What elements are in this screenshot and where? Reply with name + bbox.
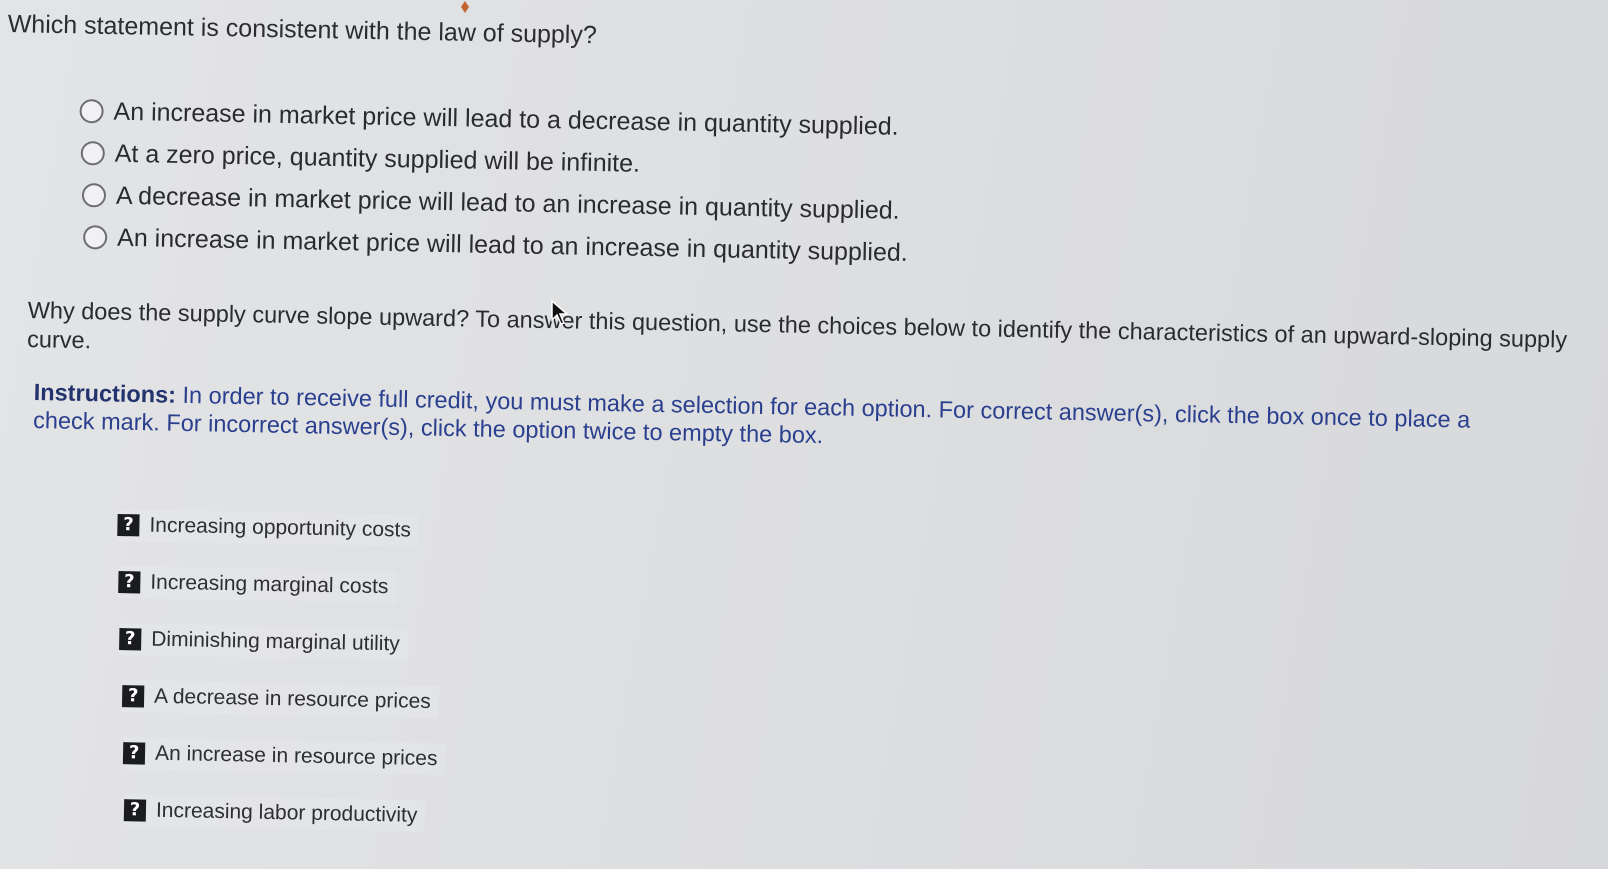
radio-unselected-icon[interactable] [80, 141, 106, 166]
question-mark-box-icon[interactable]: ? [118, 570, 141, 593]
radio-unselected-icon[interactable] [81, 183, 107, 208]
choice-4-label: A decrease in resource prices [153, 684, 431, 713]
question-mark-box-icon[interactable]: ? [122, 741, 146, 765]
question-1-options: An increase in market price will lead to… [77, 90, 911, 274]
choice-6-label: Increasing labor productivity [155, 798, 418, 827]
choice-2[interactable]: ? Increasing marginal costs [118, 553, 450, 616]
instructions: Instructions: In order to receive full c… [33, 378, 1514, 462]
question-2-prompt: Why does the supply curve slope upward? … [26, 296, 1568, 354]
instructions-text: In order to receive full credit, you mus… [32, 381, 1471, 449]
choice-1-label: Increasing opportunity costs [149, 513, 412, 542]
question-mark-box-icon[interactable]: ? [117, 513, 140, 536]
choice-4[interactable]: ? A decrease in resource prices [121, 667, 448, 730]
question-1-title: Which statement is consistent with the l… [7, 10, 598, 50]
mouse-pointer-icon [551, 299, 570, 326]
radio-unselected-icon[interactable] [79, 98, 104, 124]
orange-mark-icon [460, 0, 470, 13]
instructions-label: Instructions: [33, 378, 177, 408]
question-2-choices: ? Increasing opportunity costs ? Increas… [111, 496, 450, 844]
option-4-label: An increase in market price will lead to… [116, 223, 909, 267]
choice-5-label: An increase in resource prices [154, 741, 438, 770]
option-2-label: At a zero price, quantity supplied will … [114, 139, 641, 178]
radio-unselected-icon[interactable] [82, 225, 108, 250]
choice-2-label: Increasing marginal costs [150, 570, 389, 598]
choice-1[interactable]: ? Increasing opportunity costs [117, 496, 451, 559]
question-mark-box-icon[interactable]: ? [121, 684, 145, 708]
choice-3[interactable]: ? Diminishing marginal utility [118, 610, 449, 673]
question-mark-box-icon[interactable]: ? [123, 798, 147, 822]
question-mark-box-icon[interactable]: ? [119, 627, 142, 650]
choice-6[interactable]: ? Increasing labor productivity [123, 781, 445, 844]
choice-3-label: Diminishing marginal utility [151, 627, 401, 655]
choice-5[interactable]: ? An increase in resource prices [122, 724, 447, 787]
